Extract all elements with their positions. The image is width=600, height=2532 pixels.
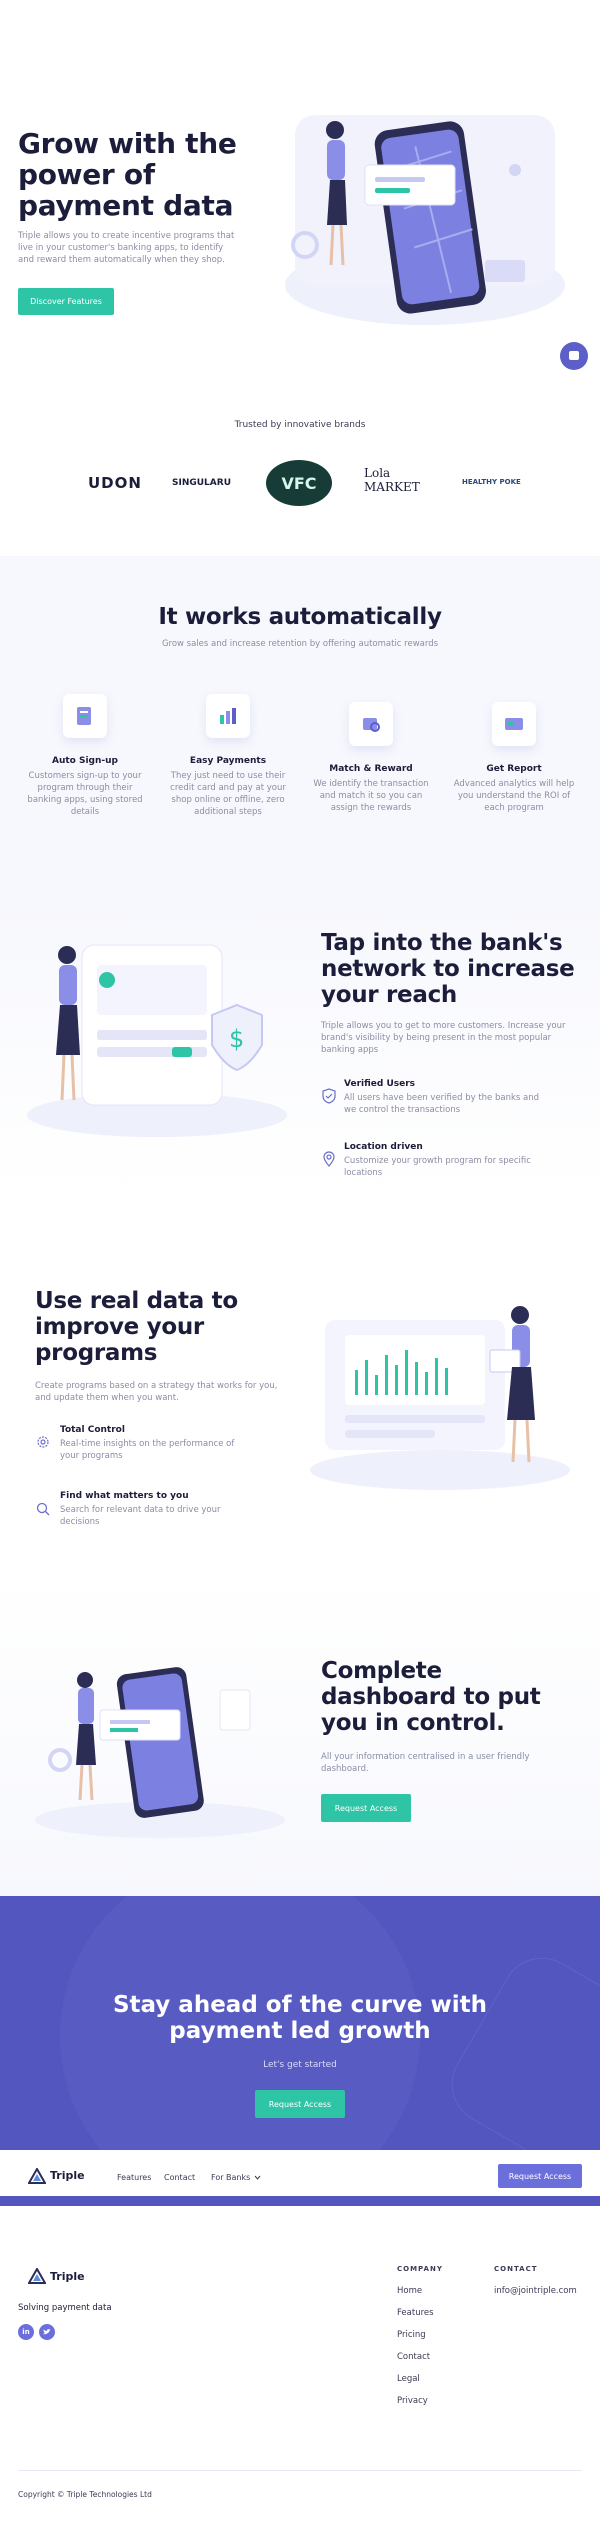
feature-title: Easy Payments (189, 756, 267, 766)
realdata-item-find-what-matters: Find what matters to you Search for rele… (60, 1491, 280, 1528)
feature-get-report-card (492, 702, 536, 746)
feature-title: Get Report (486, 764, 542, 774)
dashboard-request-access-button[interactable]: Request Access (321, 1794, 411, 1822)
cta-band-decor (437, 1943, 600, 2150)
feature-get-report: Get Report Advanced analytics will help … (452, 764, 576, 814)
realdata-item-total-control: Total Control Real-time insights on the … (60, 1425, 280, 1462)
feature-auto-signup: Auto Sign-up Customers sign-up to your p… (23, 756, 147, 818)
item-desc: Real-time insights on the performance of… (60, 1439, 235, 1461)
triple-logo-icon[interactable] (28, 2168, 46, 2184)
footer-contact-email[interactable]: info@jointriple.com (494, 2286, 577, 2296)
footer-tagline: Solving payment data (18, 2303, 112, 2313)
cta-band-subtitle: Let's get started (263, 2060, 337, 2070)
feature-auto-signup-card (63, 694, 107, 738)
nav-link-contact[interactable]: Contact (164, 2173, 195, 2182)
brand-logo-udon: UDON (88, 474, 142, 492)
brands-heading: Trusted by innovative brands (234, 420, 366, 430)
cta-band: Stay ahead of the curve with payment led… (0, 1896, 600, 2150)
shield-check-icon (322, 1088, 336, 1104)
feature-easy-payments-card (206, 694, 250, 738)
network-item-location-driven: Location driven Customize your growth pr… (344, 1142, 574, 1179)
hero-description: Triple allows you to create incentive pr… (18, 231, 235, 265)
works-subtitle: Grow sales and increase retention by off… (161, 639, 439, 649)
chevron-down-icon (254, 2175, 261, 2180)
hero-illustration (285, 115, 565, 325)
item-desc: Search for relevant data to drive your d… (60, 1505, 221, 1527)
discover-features-button[interactable]: Discover Features (18, 288, 114, 315)
dashboard-description: All your information centralised in a us… (321, 1752, 530, 1774)
dashboard-title: Complete dashboard to put you in control… (321, 1658, 541, 1736)
brand-logo-vfc-text: VFC (281, 473, 317, 493)
signup-form-icon (77, 707, 91, 725)
item-title: Verified Users (344, 1079, 416, 1089)
triple-logo-icon (28, 2268, 46, 2284)
network-description: Triple allows you to get to more custome… (321, 1021, 566, 1055)
feature-desc: They just need to use their credit card … (170, 771, 286, 817)
brand-logo-singularu: SINGULARU (172, 478, 231, 488)
twitter-icon[interactable] (39, 2324, 55, 2340)
item-title: Find what matters to you (60, 1491, 189, 1501)
report-card-icon (505, 718, 523, 730)
gear-icon (37, 1436, 49, 1448)
realdata-description: Create programs based on a strategy that… (35, 1381, 278, 1403)
footer-link-legal[interactable]: Legal (397, 2374, 420, 2384)
feature-desc: Customers sign-up to your program throug… (27, 771, 143, 817)
brand-logo-lola-market: Lola MARKET (364, 466, 420, 494)
feature-match-reward: Match & Reward We identify the transacti… (309, 764, 433, 814)
feature-desc: We identify the transaction and match it… (313, 779, 429, 813)
navbar-request-access-button[interactable]: Request Access (498, 2164, 582, 2188)
footer-link-privacy[interactable]: Privacy (397, 2396, 428, 2406)
nav-link-for-banks[interactable]: For Banks (211, 2173, 261, 2182)
item-title: Total Control (60, 1425, 125, 1435)
payment-chart-icon (220, 708, 236, 724)
hero-title: Grow with the power of payment data (18, 127, 237, 222)
nav-link-features[interactable]: Features (117, 2173, 151, 2182)
cta-band-request-access-button[interactable]: Request Access (255, 2090, 345, 2118)
works-title: It works automatically (158, 604, 442, 630)
network-item-verified-users: Verified Users All users have been verif… (344, 1079, 574, 1116)
realdata-title: Use real data to improve your programs (35, 1288, 238, 1366)
match-reward-icon (363, 718, 380, 732)
item-title: Location driven (344, 1142, 423, 1152)
network-illustration: $ (27, 944, 287, 1137)
brand-logo-healthy-poke: HEALTHY POKE (462, 478, 521, 486)
linkedin-icon[interactable]: in (18, 2324, 34, 2340)
search-icon (36, 1502, 50, 1516)
network-title: Tap into the bank's network to increase … (321, 930, 575, 1008)
location-pin-icon (323, 1151, 335, 1167)
footer-link-home[interactable]: Home (397, 2286, 422, 2296)
footer-company-heading: COMPANY (397, 2265, 443, 2273)
navbar: Triple Features Contact For Banks Reques… (0, 2150, 600, 2206)
feature-easy-payments: Easy Payments They just need to use thei… (166, 756, 290, 818)
footer-link-pricing[interactable]: Pricing (397, 2330, 426, 2340)
feature-title: Match & Reward (329, 764, 413, 774)
svg-text:$: $ (229, 1025, 244, 1053)
feature-desc: Advanced analytics will help you underst… (453, 779, 575, 813)
feature-match-reward-card (349, 702, 393, 746)
chat-widget-button[interactable] (560, 342, 588, 370)
brand-logo-vfc: VFC (266, 460, 332, 506)
navbar-logo-text[interactable]: Triple (50, 2169, 85, 2182)
footer-link-features[interactable]: Features (397, 2308, 434, 2318)
cta-band-title: Stay ahead of the curve with payment led… (112, 1992, 488, 2044)
item-desc: All users have been verified by the bank… (344, 1093, 540, 1115)
footer-divider (18, 2470, 582, 2471)
item-desc: Customize your growth program for specif… (344, 1156, 531, 1178)
footer-link-contact[interactable]: Contact (397, 2352, 430, 2362)
dashboard-illustration (35, 1667, 285, 1838)
analytics-illustration (310, 1306, 570, 1490)
footer-contact-heading: CONTACT (494, 2265, 538, 2273)
feature-title: Auto Sign-up (52, 756, 118, 766)
footer-copyright: Copyright © Triple Technologies Ltd (18, 2490, 152, 2499)
chat-icon (569, 351, 579, 360)
footer-logo-text: Triple (50, 2270, 85, 2283)
